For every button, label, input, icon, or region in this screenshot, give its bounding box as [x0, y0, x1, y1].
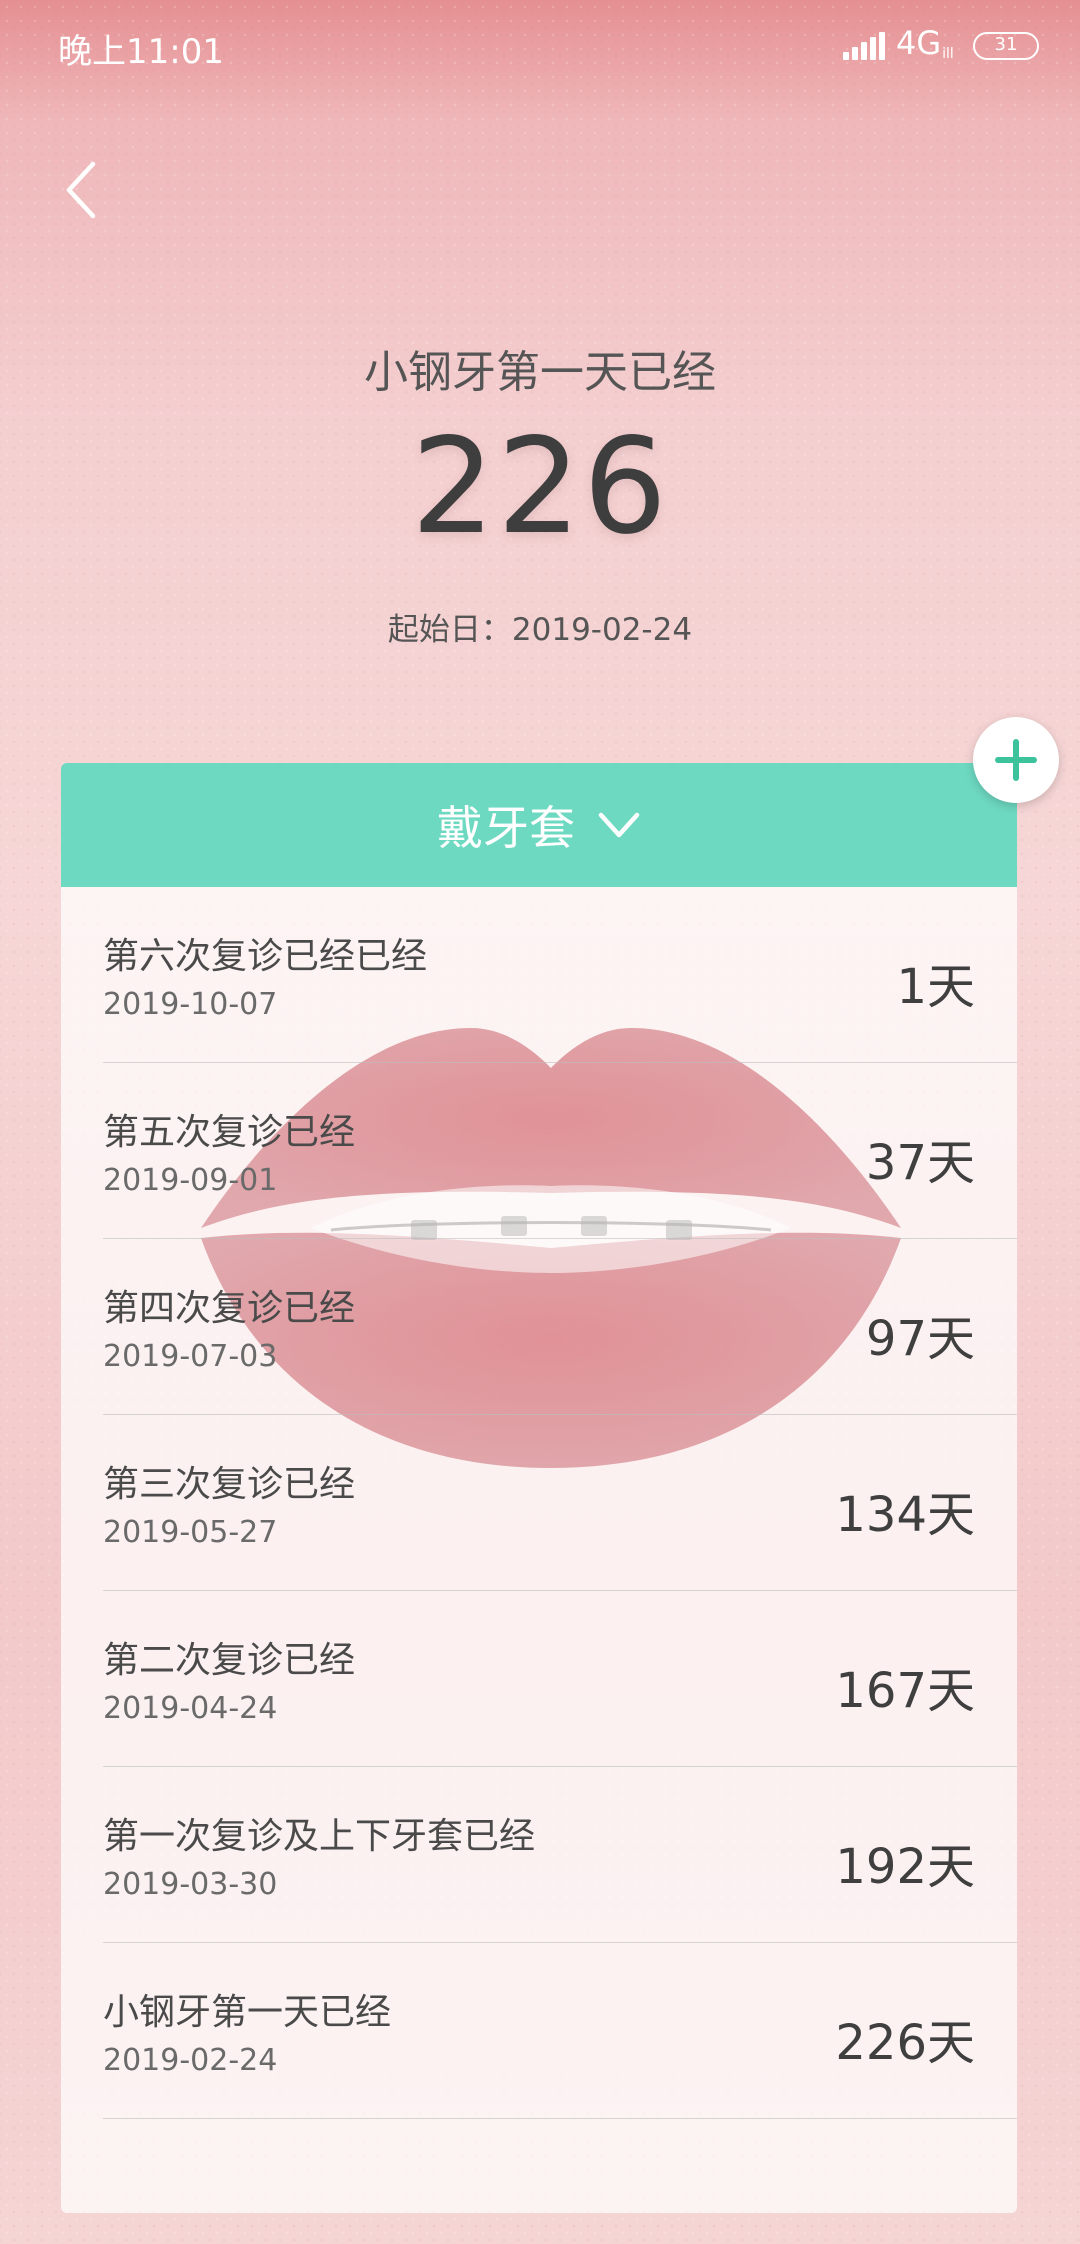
record-date: 2019-07-03 [103, 1339, 278, 1374]
record-days: 134天 [835, 1487, 975, 1543]
record-name: 第四次复诊已经 [103, 1288, 356, 1329]
list-item[interactable]: 第六次复诊已经已经 2019-10-07 1天 [103, 887, 1017, 1063]
record-date: 2019-09-01 [103, 1163, 278, 1198]
network-type: 4Gill [896, 24, 954, 62]
back-chevron-icon [66, 161, 96, 219]
record-name: 第一次复诊及上下牙套已经 [103, 1816, 536, 1857]
plus-icon [995, 739, 1037, 781]
list-item[interactable]: 小钢牙第一天已经 2019-02-24 226天 [103, 1943, 1017, 2119]
record-days: 226天 [835, 2015, 975, 2071]
page-title: 小钢牙第一天已经 [364, 347, 716, 398]
record-days: 167天 [835, 1663, 975, 1719]
record-days: 1天 [896, 959, 975, 1015]
record-name: 第六次复诊已经已经 [103, 936, 428, 977]
record-date: 2019-02-24 [103, 2043, 278, 2078]
list-item[interactable]: 第三次复诊已经 2019-05-27 134天 [103, 1415, 1017, 1591]
start-date: 起始日：2019-02-24 [387, 612, 693, 648]
list-item[interactable]: 第一次复诊及上下牙套已经 2019-03-30 192天 [103, 1767, 1017, 1943]
chevron-down-icon [597, 811, 641, 839]
record-days: 97天 [865, 1311, 975, 1367]
record-name: 第五次复诊已经 [103, 1112, 356, 1153]
record-days: 192天 [835, 1839, 975, 1895]
record-list: 第六次复诊已经已经 2019-10-07 1天 第五次复诊已经 2019-09-… [61, 887, 1017, 2119]
record-days: 37天 [865, 1135, 975, 1191]
status-bar: 晚上11:01 4Gill 31 [0, 0, 1080, 96]
record-date: 2019-04-24 [103, 1691, 278, 1726]
records-card: 戴牙套 第六次复诊已经已经 2019-10-07 1天 第五次复诊已经 2019… [61, 763, 1017, 2213]
status-time: 晚上11:01 [58, 32, 224, 72]
record-name: 第二次复诊已经 [103, 1640, 356, 1681]
record-date: 2019-10-07 [103, 987, 278, 1022]
list-item[interactable]: 第五次复诊已经 2019-09-01 37天 [103, 1063, 1017, 1239]
record-date: 2019-03-30 [103, 1867, 278, 1902]
day-count: 226 [411, 410, 669, 564]
battery-icon: 31 [973, 32, 1039, 60]
category-label: 戴牙套 [437, 801, 575, 855]
record-name: 小钢牙第一天已经 [103, 1992, 392, 2033]
list-item[interactable]: 第四次复诊已经 2019-07-03 97天 [103, 1239, 1017, 1415]
add-button[interactable] [973, 717, 1059, 803]
network-sub: ill [942, 46, 954, 62]
record-date: 2019-05-27 [103, 1515, 278, 1550]
signal-icon [843, 30, 885, 60]
list-item[interactable]: 第二次复诊已经 2019-04-24 167天 [103, 1591, 1017, 1767]
network-label: 4G [896, 24, 942, 62]
back-button[interactable] [56, 155, 106, 225]
record-name: 第三次复诊已经 [103, 1464, 356, 1505]
category-selector[interactable]: 戴牙套 [61, 763, 1017, 887]
